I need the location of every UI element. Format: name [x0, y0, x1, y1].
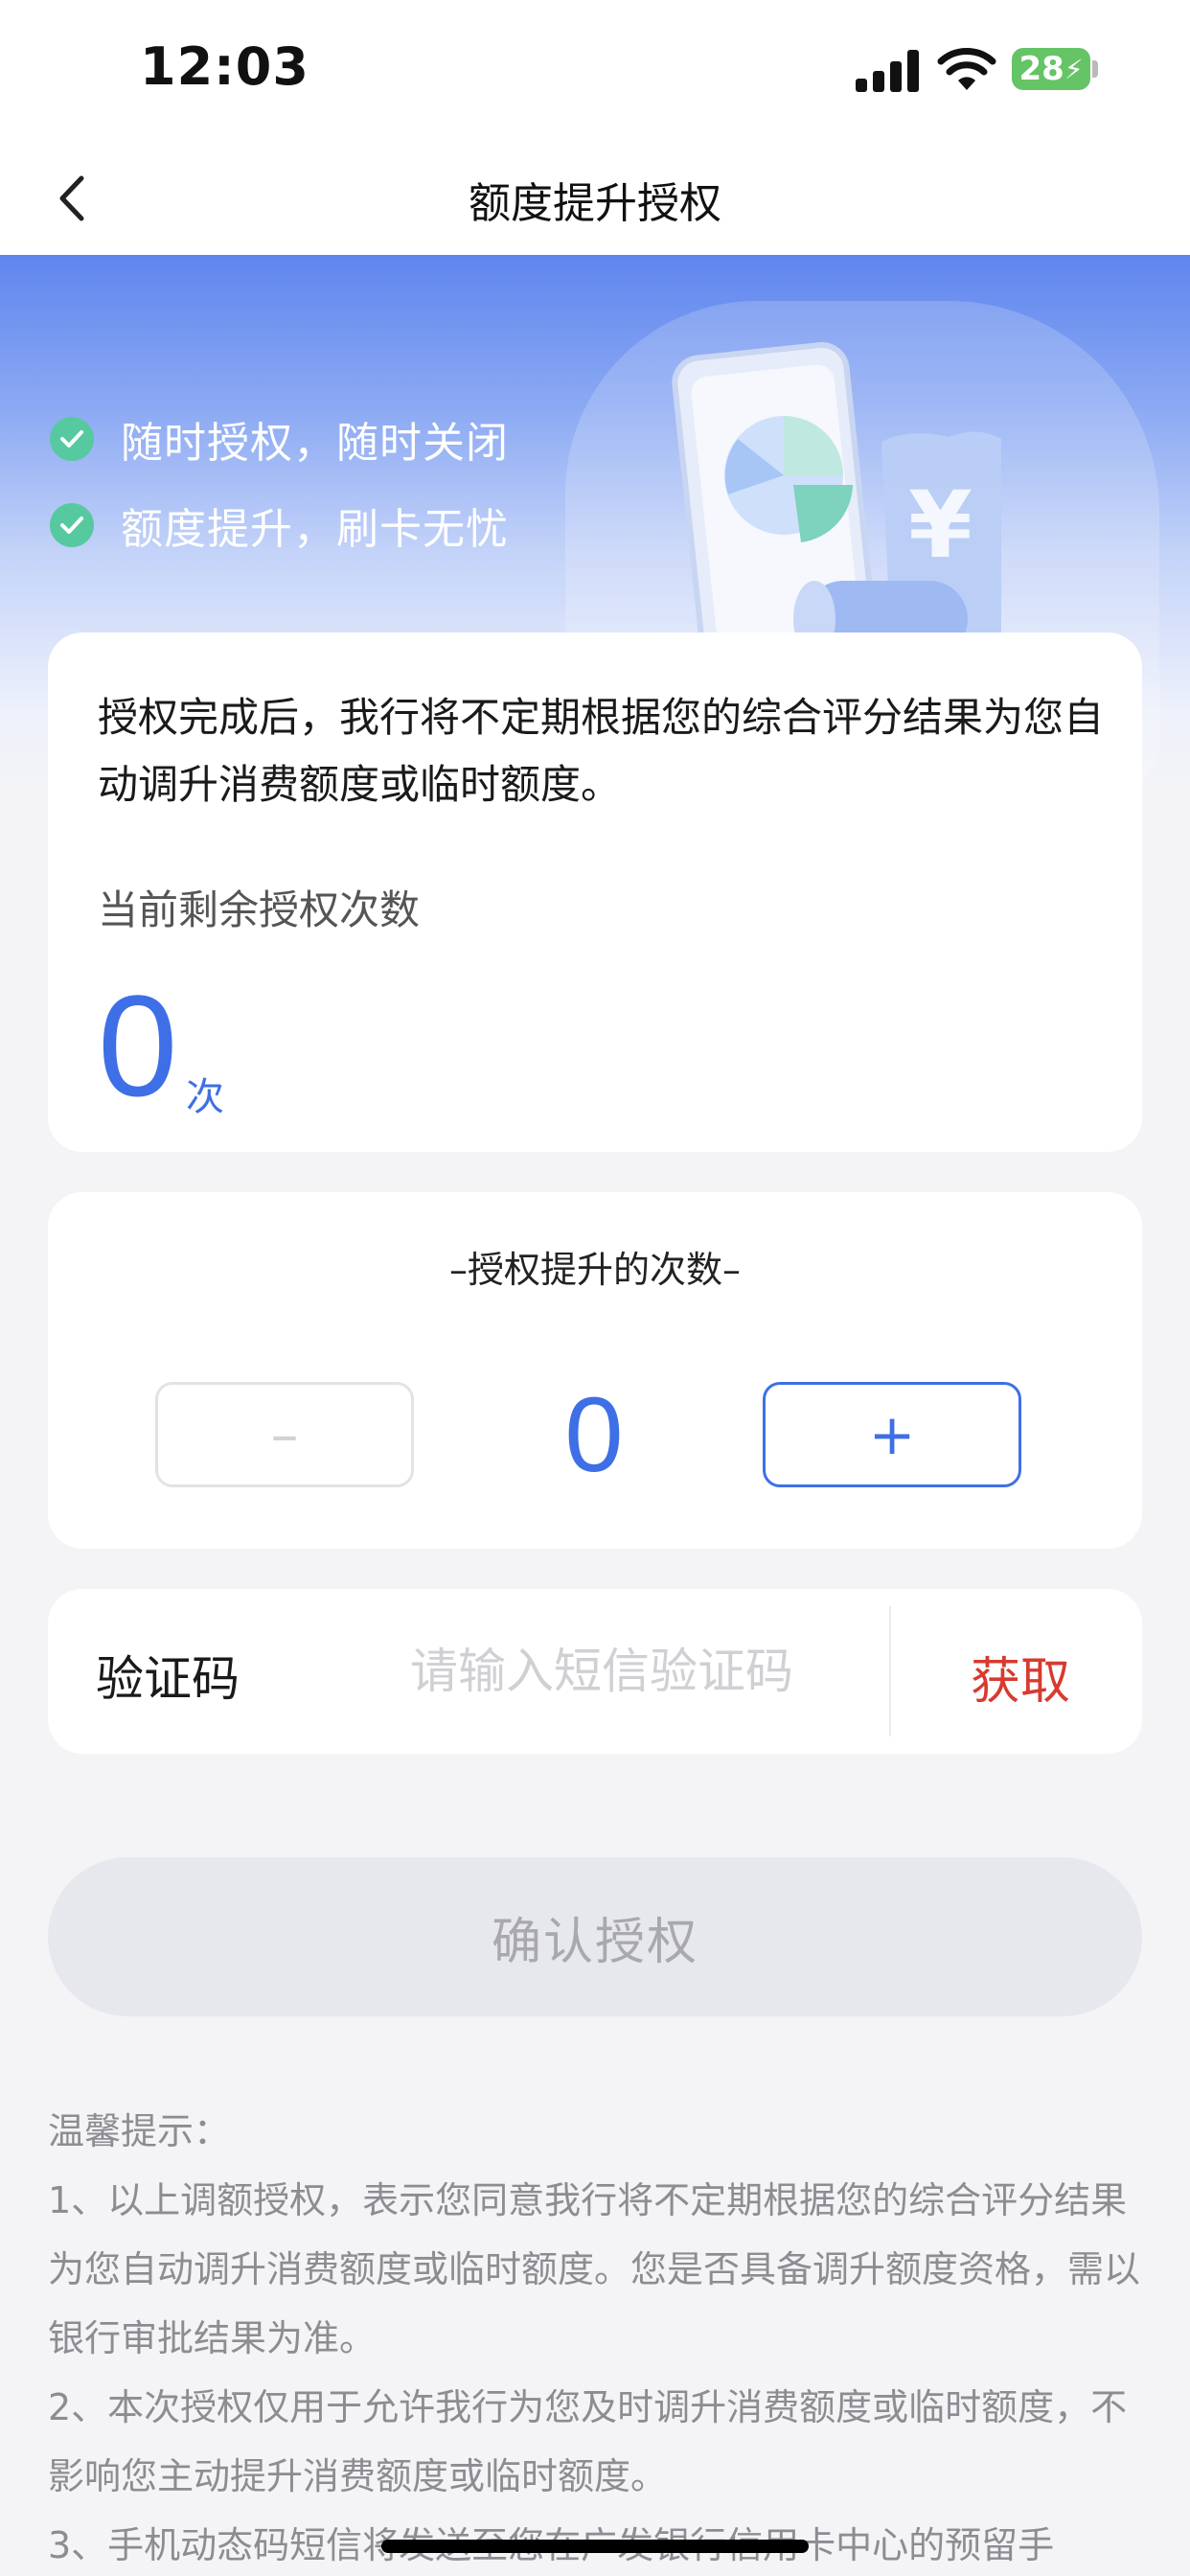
verification-code-input[interactable] [410, 1627, 889, 1715]
authorization-count-card: –授权提升的次数– – 0 + [48, 1192, 1142, 1549]
tip-item: 2、本次授权仅用于允许我行为您及时调升消费额度或临时额度，不影响您主动提升消费额… [48, 2386, 1128, 2497]
verification-code-label: 验证码 [96, 1651, 240, 1707]
svg-text:¥: ¥ [908, 472, 973, 579]
tips-section: 温馨提示： 1、以上调额授权，表示您同意我行将不定期根据您的综合评分结果为您自动… [48, 2097, 1142, 2576]
home-indicator [381, 2540, 809, 2553]
status-time: 12:03 [140, 36, 309, 97]
feature-item: 随时授权，随时关闭 [50, 408, 509, 470]
verification-code-card: 验证码 获取 [48, 1589, 1142, 1754]
battery-level: 28 [1018, 50, 1064, 88]
battery-charging-icon: 28 ⚡ [1012, 48, 1090, 90]
check-icon [50, 417, 94, 461]
tip-item: 1、以上调额授权，表示您同意我行将不定期根据您的综合评分结果为您自动调升消费额度… [48, 2179, 1141, 2359]
wifi-icon [937, 48, 996, 90]
signal-icon [856, 50, 919, 92]
feature-text: 额度提升，刷卡无忧 [121, 505, 509, 554]
info-card: 授权完成后，我行将不定期根据您的综合评分结果为您自动调升消费额度或临时额度。 当… [48, 632, 1142, 1152]
increment-button[interactable]: + [763, 1382, 1021, 1487]
nav-bar: 额度提升授权 [0, 142, 1190, 255]
divider [889, 1606, 891, 1736]
count-value: 0 [564, 1376, 624, 1494]
page-title: 额度提升授权 [469, 179, 721, 228]
feature-item: 额度提升，刷卡无忧 [50, 494, 509, 556]
tips-title: 温馨提示： [48, 2110, 231, 2152]
plus-icon: + [868, 1402, 916, 1467]
count-title: –授权提升的次数– [448, 1249, 741, 1291]
check-icon [50, 503, 94, 547]
get-code-button[interactable]: 获取 [920, 1641, 1121, 1713]
remaining-unit: 次 [186, 1075, 224, 1119]
feature-text: 随时授权，随时关闭 [121, 419, 509, 468]
status-bar: 12:03 28 ⚡ [0, 0, 1190, 142]
confirm-authorization-button[interactable]: 确认授权 [48, 1857, 1142, 2016]
remaining-label: 当前剩余授权次数 [98, 886, 421, 933]
minus-icon: – [270, 1402, 299, 1467]
decrement-button[interactable]: – [155, 1382, 414, 1487]
remaining-count: 0 [98, 965, 178, 1126]
authorization-description: 授权完成后，我行将不定期根据您的综合评分结果为您自动调升消费额度或临时额度。 [98, 694, 1105, 808]
battery-cap [1092, 60, 1098, 78]
